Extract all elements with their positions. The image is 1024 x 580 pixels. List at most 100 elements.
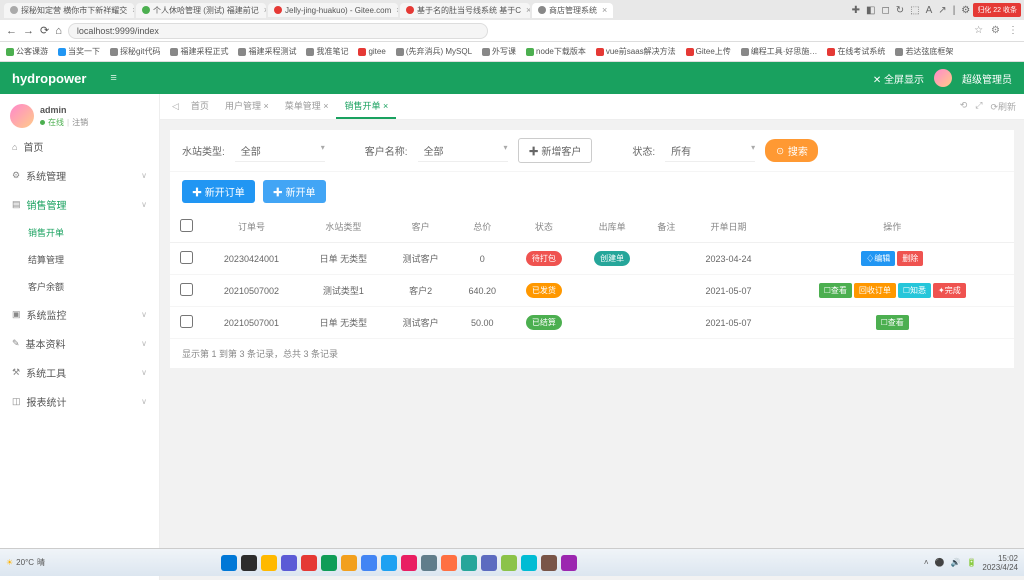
- sidebar-item[interactable]: ◫报表统计∨: [0, 387, 159, 416]
- tab-close-icon[interactable]: ×: [396, 5, 398, 15]
- window-control-icon[interactable]: ⬚: [910, 5, 919, 16]
- nav-home-icon[interactable]: ⌂: [55, 25, 62, 37]
- taskbar-app-icon[interactable]: [421, 555, 437, 571]
- tray-chevron-icon[interactable]: ˄: [924, 558, 929, 567]
- fullscreen-button[interactable]: ✕ 全屏显示: [873, 71, 924, 86]
- row-action-button[interactable]: ☐知悉: [898, 283, 931, 298]
- bookmark-item[interactable]: vue前saas解决方法: [596, 46, 676, 57]
- menu-dots-icon[interactable]: ⋮: [1008, 25, 1018, 36]
- taskbar-app-icon[interactable]: [301, 555, 317, 571]
- tabs-fullscreen-icon[interactable]: ⤢: [975, 100, 982, 113]
- tabs-refresh-icon[interactable]: ⟲: [960, 100, 968, 113]
- bookmark-star-icon[interactable]: ☆: [974, 25, 983, 36]
- new-bill-button[interactable]: ✚ 新开单: [263, 180, 326, 203]
- tab-close-icon[interactable]: ×: [132, 5, 134, 15]
- bookmark-item[interactable]: 福建采程正式: [170, 46, 228, 57]
- browser-tab[interactable]: 商店管理系统×: [532, 3, 613, 18]
- taskbar-app-icon[interactable]: [361, 555, 377, 571]
- sidebar-subitem[interactable]: 销售开单: [0, 219, 159, 246]
- taskbar-app-icon[interactable]: [261, 555, 277, 571]
- row-action-button[interactable]: 删除: [897, 251, 923, 266]
- bookmark-item[interactable]: Gitee上传: [686, 46, 731, 57]
- tray-battery-icon[interactable]: 🔋: [966, 558, 976, 567]
- bookmark-item[interactable]: 当奖一下: [58, 46, 100, 57]
- row-checkbox[interactable]: [180, 251, 193, 264]
- page-tab[interactable]: 销售开单 ×: [336, 94, 396, 119]
- url-input[interactable]: [68, 23, 488, 39]
- weather-widget[interactable]: ☀ 20°C 晴: [6, 557, 45, 568]
- taskbar-app-icon[interactable]: [541, 555, 557, 571]
- taskbar-app-icon[interactable]: [241, 555, 257, 571]
- sidebar-item[interactable]: ⚒系统工具∨: [0, 358, 159, 387]
- sidebar-item[interactable]: ✎基本资料∨: [0, 329, 159, 358]
- add-customer-button[interactable]: ✚ 新增客户: [518, 138, 593, 163]
- nav-reload-icon[interactable]: ⟳: [40, 24, 49, 37]
- sidebar-item[interactable]: ▤销售管理∨: [0, 190, 159, 219]
- clock[interactable]: 15:022023/4/24: [982, 554, 1018, 572]
- window-control-icon[interactable]: ↗: [938, 5, 946, 16]
- taskbar-app-icon[interactable]: [501, 555, 517, 571]
- taskbar-app-icon[interactable]: [481, 555, 497, 571]
- sidebar-subitem[interactable]: 结算管理: [0, 246, 159, 273]
- search-button[interactable]: ☉ 搜索: [765, 139, 818, 162]
- nav-forward-icon[interactable]: →: [23, 25, 34, 37]
- row-action-button[interactable]: 回收订单: [854, 283, 896, 298]
- taskbar-app-icon[interactable]: [561, 555, 577, 571]
- row-checkbox[interactable]: [180, 283, 193, 296]
- sidebar-item[interactable]: ▣系统监控∨: [0, 300, 159, 329]
- browser-tab[interactable]: Jelly-jing-huakuo) - Gitee.com×: [268, 3, 398, 17]
- taskbar-app-icon[interactable]: [401, 555, 417, 571]
- filter-customer-select[interactable]: 全部: [418, 140, 508, 162]
- settings-icon[interactable]: ⚙: [991, 25, 1000, 36]
- tab-close-icon[interactable]: ×: [526, 5, 530, 15]
- hamburger-icon[interactable]: ≡: [110, 72, 116, 84]
- taskbar-app-icon[interactable]: [521, 555, 537, 571]
- tabs-reload-label[interactable]: ⟳刷新: [990, 100, 1016, 113]
- bookmark-item[interactable]: 公客课游: [6, 46, 48, 57]
- taskbar-app-icon[interactable]: [221, 555, 237, 571]
- window-control-icon[interactable]: ◻: [881, 5, 889, 16]
- bookmark-item[interactable]: 编程工具·好思施…: [741, 46, 818, 57]
- page-tab[interactable]: 菜单管理 ×: [277, 94, 337, 119]
- row-action-button[interactable]: ☐查看: [819, 283, 852, 298]
- window-control-icon[interactable]: A: [926, 5, 933, 16]
- logout-link[interactable]: 注销: [72, 117, 88, 128]
- bookmark-item[interactable]: gitee: [358, 47, 385, 56]
- row-checkbox[interactable]: [180, 315, 193, 328]
- tray-volume-icon[interactable]: 🔊: [950, 558, 960, 567]
- window-control-icon[interactable]: ↻: [896, 5, 904, 16]
- taskbar-app-icon[interactable]: [461, 555, 477, 571]
- page-tab[interactable]: 用户管理 ×: [217, 94, 277, 119]
- browser-tab[interactable]: 基于名的肚当号线系统 基于C×: [400, 3, 530, 18]
- sidebar-subitem[interactable]: 客户余额: [0, 273, 159, 300]
- browser-tab[interactable]: 探秘知定营 横你市下新祥耀交×: [4, 3, 134, 18]
- taskbar-app-icon[interactable]: [341, 555, 357, 571]
- tabs-prev-icon[interactable]: ◁: [168, 101, 183, 112]
- tray-wifi-icon[interactable]: ⚫: [935, 558, 945, 567]
- window-control-icon[interactable]: ⚙: [961, 5, 970, 16]
- taskbar-app-icon[interactable]: [281, 555, 297, 571]
- nav-back-icon[interactable]: ←: [6, 25, 17, 37]
- bookmark-item[interactable]: 福建采程测试: [238, 46, 296, 57]
- window-control-icon[interactable]: ◧: [866, 5, 875, 16]
- row-action-button[interactable]: ♢编辑: [861, 251, 895, 266]
- avatar[interactable]: [934, 69, 952, 87]
- taskbar-app-icon[interactable]: [441, 555, 457, 571]
- bookmark-item[interactable]: 在线考试系统: [827, 46, 885, 57]
- tab-close-icon[interactable]: ×: [602, 5, 607, 15]
- bookmark-item[interactable]: 我准笔记: [306, 46, 348, 57]
- row-action-button[interactable]: ☐查看: [876, 315, 909, 330]
- bookmark-item[interactable]: 外写课: [482, 46, 516, 57]
- filter-status-select[interactable]: 所有: [665, 140, 755, 162]
- bookmark-item[interactable]: 若达弦底框架: [895, 46, 953, 57]
- taskbar-app-icon[interactable]: [321, 555, 337, 571]
- tab-close-icon[interactable]: ×: [264, 5, 266, 15]
- window-control-icon[interactable]: |: [953, 5, 956, 16]
- user-avatar[interactable]: [10, 104, 34, 128]
- sidebar-item[interactable]: ⚙系统管理∨: [0, 161, 159, 190]
- taskbar-app-icon[interactable]: [381, 555, 397, 571]
- bookmark-item[interactable]: node下载版本: [526, 46, 586, 57]
- select-all-checkbox[interactable]: [180, 219, 193, 232]
- window-control-icon[interactable]: ✚: [852, 5, 860, 16]
- bookmark-item[interactable]: 探秘git代码: [110, 46, 160, 57]
